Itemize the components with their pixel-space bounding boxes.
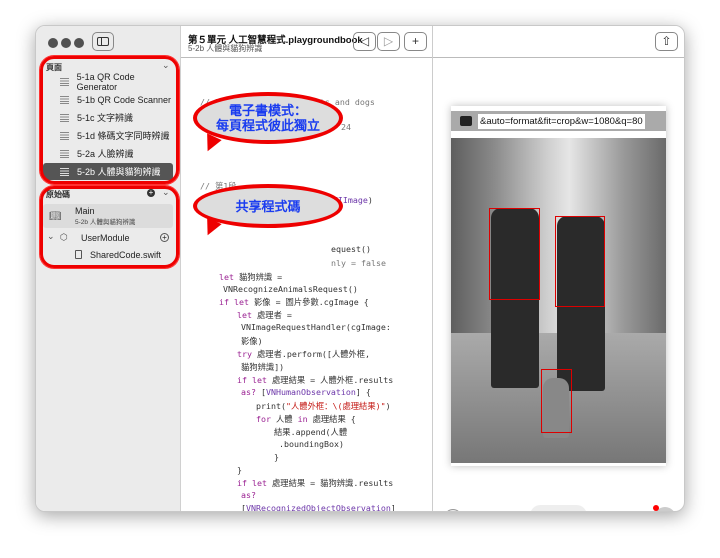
code-token: ] { (355, 387, 371, 397)
code-token: 處理者.perform([人體外框, (252, 349, 371, 359)
code-line[interactable]: } (274, 452, 279, 462)
annotation-ring-source (40, 186, 179, 268)
code-token: 處理結果 = 人體外框.results (266, 375, 394, 385)
code-token: ] (390, 503, 396, 511)
code-token: 處理結果 = 貓狗辨識.results (266, 478, 394, 488)
code-token: } (237, 465, 242, 475)
code-line[interactable]: .boundingBox) (279, 439, 344, 449)
sidebar-icon (97, 37, 109, 46)
code-token: equest() (331, 244, 371, 254)
code-line[interactable]: [VNRecognizedObjectObservation] (241, 503, 396, 511)
code-token: 貓狗辨識 = (234, 272, 283, 282)
stop-icon (540, 512, 548, 513)
image-icon (460, 116, 472, 126)
code-token: .boundingBox) (279, 439, 344, 449)
code-line[interactable]: as? (241, 490, 256, 500)
next-page-button[interactable]: ▷ (377, 32, 400, 51)
playgrounds-window: 頁面 ⌄ 5-1a QR Code Generator 5-1b QR Code … (35, 25, 685, 512)
minimize-window-button[interactable] (61, 38, 71, 48)
url-input[interactable]: &auto=format&fit=crop&w=1080&q=80 (478, 113, 645, 129)
code-line[interactable]: VNImageRequestHandler(cgImage: (241, 322, 391, 332)
detection-box (541, 369, 572, 433)
bubble-text: 共享程式碼 (235, 198, 301, 214)
close-window-button[interactable] (48, 38, 58, 48)
code-token: as? (241, 387, 256, 397)
code-token: if let (219, 297, 249, 307)
code-token: 結果.append(人體 (274, 427, 348, 437)
stop-label: 停止 (558, 509, 576, 511)
code-token: nly = false (331, 258, 386, 268)
code-line[interactable]: VNRecognizeAnimalsRequest() (223, 284, 358, 294)
code-line[interactable]: 結果.append(人體 (274, 426, 347, 438)
toggle-sidebar-button[interactable] (92, 32, 114, 51)
code-line[interactable]: for 人體 in 處理結果 { (256, 413, 356, 425)
share-button[interactable]: ⇧ (655, 32, 678, 51)
stop-button[interactable]: 停止 (530, 505, 587, 513)
photo (451, 138, 666, 463)
image-viewer: &auto=format&fit=crop&w=1080&q=80 (451, 106, 666, 466)
code-token: 人體 (271, 414, 298, 424)
previous-page-button[interactable]: ◁ (353, 32, 376, 51)
code-token: VNImageRequestHandler(cgImage: (241, 322, 391, 332)
code-token: 影像) (241, 336, 263, 346)
code-token: VNRecognizedObjectObservation (246, 503, 391, 511)
live-view: &auto=format&fit=crop&w=1080&q=80 停止 (433, 58, 684, 511)
code-token: } (274, 452, 279, 462)
code-token: in (297, 414, 308, 424)
code-token: print( (256, 401, 286, 411)
code-token: 貓狗辨識]) (241, 362, 285, 372)
code-token: for (256, 414, 271, 424)
annotation-bubble-shared-code: 共享程式碼 (193, 184, 343, 228)
code-token: 處理結果 { (307, 414, 356, 424)
status-dot (653, 505, 659, 511)
code-line[interactable]: 影像) (241, 335, 263, 347)
detection-box (489, 208, 540, 300)
code-line[interactable]: print("人體外框：\(處理結果)") (256, 400, 391, 412)
sidebar: 頁面 ⌄ 5-1a QR Code Generator 5-1b QR Code … (36, 26, 181, 511)
code-line[interactable]: as? [VNHumanObservation] { (241, 387, 371, 397)
code-token: 影像 = 圖片參數.cgImage { (248, 297, 369, 307)
code-token: [ (256, 387, 266, 397)
add-button[interactable]: + (404, 32, 427, 51)
code-line[interactable]: 貓狗辨識]) (241, 361, 284, 373)
bubble-text: 每頁程式彼此獨立 (215, 118, 320, 133)
code-line[interactable]: try 處理者.perform([人體外框, (237, 348, 370, 360)
code-token: ) (367, 195, 373, 205)
code-line[interactable]: equest() (331, 244, 371, 254)
code-line[interactable]: if let 影像 = 圖片參數.cgImage { (219, 296, 369, 308)
code-token: 處理者 = (252, 310, 292, 320)
speed-gauge-button[interactable] (444, 509, 462, 511)
code-token: try (237, 349, 252, 359)
zoom-window-button[interactable] (74, 38, 84, 48)
code-token: "人體外框：\(處理結果)" (285, 401, 386, 411)
annotation-bubble-ebook-mode: 電子書模式： 每頁程式彼此獨立 (193, 92, 343, 144)
url-bar: &auto=format&fit=crop&w=1080&q=80 (451, 111, 666, 131)
code-token: VNRecognizeAnimalsRequest() (223, 284, 358, 294)
code-token: as? (241, 490, 256, 500)
bubble-text: 電子書模式： (228, 103, 307, 118)
annotation-ring-pages (40, 56, 179, 184)
code-token: let (219, 272, 234, 282)
code-line[interactable]: } (237, 465, 242, 475)
detection-box (555, 216, 605, 307)
code-token: let (237, 310, 252, 320)
code-line[interactable]: let 貓狗辨識 = (219, 271, 282, 283)
code-token: if let (237, 375, 267, 385)
code-token: ) (385, 401, 391, 411)
code-token: 24 (341, 122, 351, 132)
page-subtitle: 5-2b 人體與貓狗辨識 (188, 44, 263, 53)
code-line[interactable]: nly = false (331, 258, 386, 268)
console-button[interactable] (653, 505, 676, 511)
code-line[interactable]: if let 處理結果 = 貓狗辨識.results (237, 477, 393, 489)
code-line[interactable]: 24 (341, 122, 351, 132)
code-token: VNHumanObservation (266, 387, 356, 397)
code-line[interactable]: if let 處理結果 = 人體外框.results (237, 374, 393, 386)
code-token: if let (237, 478, 267, 488)
code-line[interactable]: let 處理者 = (237, 309, 292, 321)
